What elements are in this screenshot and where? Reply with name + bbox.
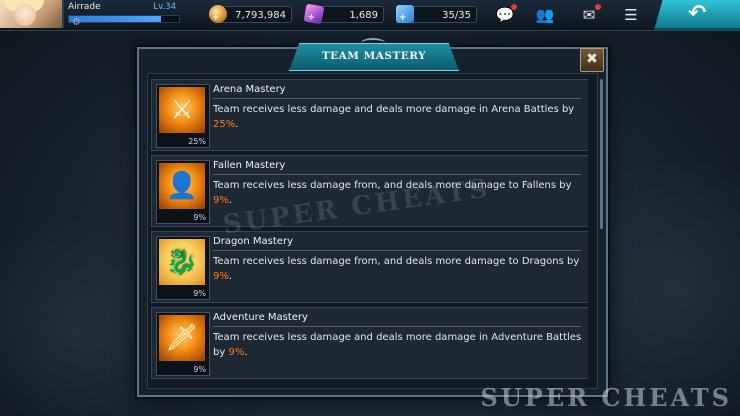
mastery-icon-box: 👤 9% [156, 160, 210, 224]
desc-value: 9% [213, 195, 229, 206]
mastery-percent: 9% [193, 365, 206, 374]
mastery-description: Team receives less damage and deals more… [213, 330, 583, 360]
dialog-title: TEAM MASTERY [321, 50, 427, 62]
mastery-title: Fallen Mastery [213, 160, 286, 171]
xp-fill [69, 16, 162, 22]
gem-counter[interactable]: + 1,689 [303, 3, 384, 25]
dragon-head-icon: 🐉 [159, 239, 205, 285]
mastery-percent: 9% [193, 213, 206, 222]
energy-value: 35/35 [442, 10, 471, 21]
gem-icon: + [303, 3, 325, 25]
avatar-face [14, 4, 36, 26]
energy-counter[interactable]: + 35/35 [396, 5, 477, 23]
chat-icon[interactable]: 💬 [494, 4, 517, 25]
adventure-helm-sword-icon: 🗡 [159, 315, 205, 361]
team-mastery-dialog: TEAM MASTERY ✖ ⚔ 25% Arena Mastery Team … [137, 38, 608, 397]
desc-end: . [244, 347, 248, 358]
gold-value: 7,793,984 [235, 10, 286, 21]
divider [213, 250, 581, 251]
mastery-list[interactable]: ⚔ 25% Arena Mastery Team receives less d… [151, 79, 588, 381]
desc-end: . [228, 271, 233, 282]
watermark-footer: SUPER CHEATS [480, 383, 732, 412]
mastery-icon-box: 🗡 9% [156, 312, 210, 376]
mastery-title: Arena Mastery [213, 84, 286, 95]
gold-counter[interactable]: + 7,793,984 [209, 5, 292, 23]
top-bar: Airrade Lv.34 ⚙ + 7,793,984 + 1,689 + 35… [0, 0, 740, 31]
desc-value: 9% [213, 271, 229, 282]
back-arrow-icon: ↶ [688, 1, 707, 26]
close-button[interactable]: ✖ [580, 48, 604, 72]
xp-bar [68, 15, 180, 23]
divider [213, 326, 581, 327]
crossed-swords-icon: ⚔ [159, 87, 205, 133]
player-level: Lv.34 [153, 2, 176, 12]
fallen-figure-icon: 👤 [159, 163, 205, 209]
mastery-title: Adventure Mastery [213, 312, 308, 323]
gem-value: 1,689 [349, 10, 378, 21]
scrollbar[interactable] [600, 79, 603, 229]
desc-end: . [228, 195, 233, 206]
back-button[interactable]: ↶ [654, 0, 740, 30]
divider [213, 174, 581, 175]
chat-badge [511, 4, 517, 10]
desc-value: 25% [213, 119, 236, 130]
mastery-item-dragon[interactable]: 🐉 9% Dragon Mastery Team receives less d… [151, 231, 588, 303]
mastery-item-adventure[interactable]: 🗡 9% Adventure Mastery Team receives les… [151, 307, 588, 379]
avatar[interactable] [0, 0, 64, 28]
mastery-percent: 25% [188, 137, 206, 146]
friends-icon[interactable]: 👥 [534, 5, 556, 25]
energy-icon: + [396, 5, 414, 23]
mastery-percent: 9% [193, 289, 206, 298]
desc-text: Team receives less damage and deals more… [213, 332, 582, 358]
mastery-icon-box: ⚔ 25% [156, 84, 210, 148]
desc-value: 9% [228, 347, 245, 358]
mastery-icon-box: 🐉 9% [156, 236, 210, 300]
menu-icon[interactable]: ☰ [620, 5, 642, 25]
mail-icon[interactable]: ✉ [578, 4, 601, 25]
mastery-item-arena[interactable]: ⚔ 25% Arena Mastery Team receives less d… [151, 79, 588, 151]
desc-end: . [235, 119, 239, 130]
player-name: Airrade [68, 2, 101, 12]
gold-coin-icon: + [209, 5, 227, 23]
desc-text: Team receives less damage from, and deal… [213, 256, 580, 267]
gear-icon[interactable]: ⚙ [72, 17, 81, 28]
desc-text: Team receives less damage and deals more… [213, 104, 575, 115]
mastery-description: Team receives less damage and deals more… [213, 102, 583, 132]
player-info: Airrade Lv.34 ⚙ [64, 0, 182, 28]
mail-badge [595, 4, 601, 10]
mastery-description: Team receives less damage from, and deal… [213, 254, 583, 284]
divider [213, 98, 581, 99]
dialog-title-tab: TEAM MASTERY [289, 43, 459, 71]
